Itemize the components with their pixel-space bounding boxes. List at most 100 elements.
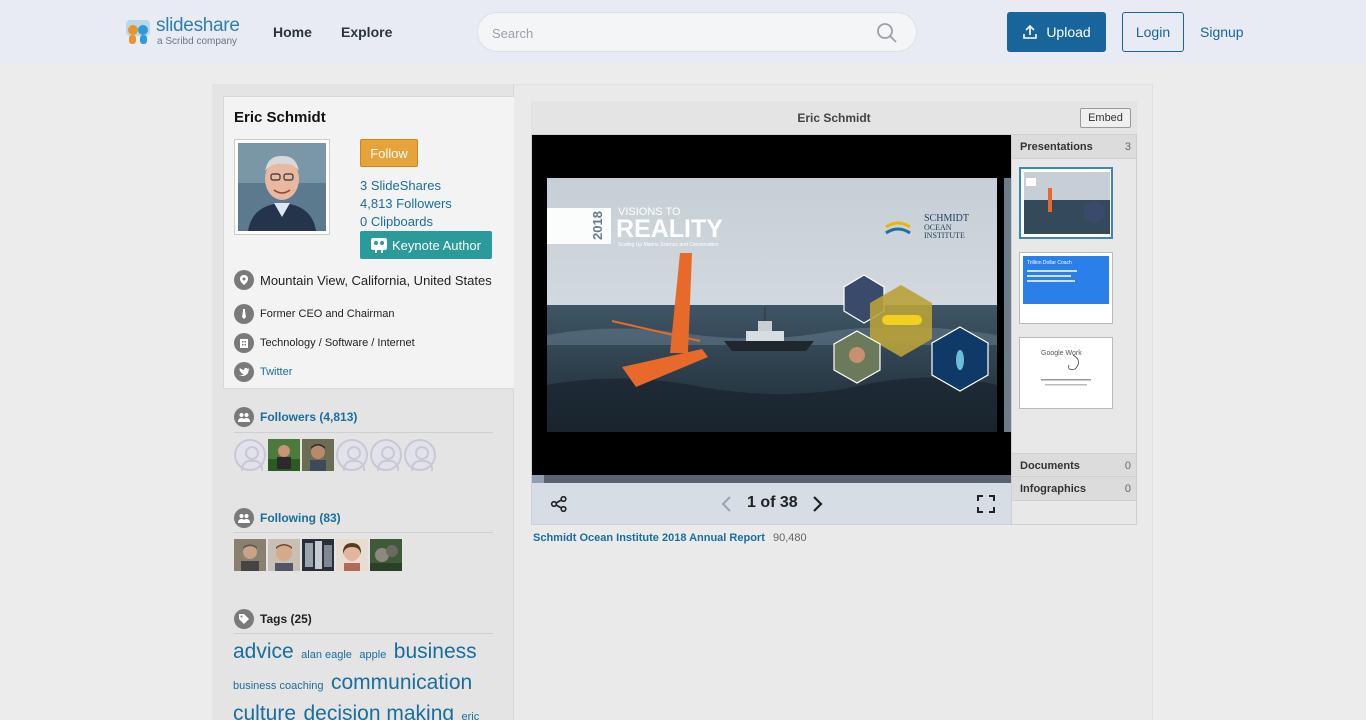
infographics-count: 0 — [1124, 483, 1131, 495]
twitter-link[interactable]: Twitter — [260, 366, 292, 378]
slide-year: 2018 — [590, 211, 605, 240]
search-input[interactable] — [492, 23, 852, 43]
tag-link[interactable]: culture — [233, 702, 296, 720]
slide-headline-main: REALITY — [616, 215, 723, 243]
share-icon[interactable] — [550, 495, 568, 513]
tag-cloud: advice alan eagle apple business busines… — [233, 638, 495, 720]
twitter-row[interactable]: Twitter — [234, 362, 292, 382]
follower-avatar[interactable] — [302, 439, 334, 471]
divider — [234, 532, 493, 533]
profile-name[interactable]: Eric Schmidt — [234, 109, 326, 126]
thumb-image — [1024, 172, 1110, 234]
search-box — [477, 12, 917, 52]
slide-org-line3: INSTITUTE — [924, 231, 965, 240]
slideshare-logo[interactable]: slideshare a Scribd company — [124, 15, 244, 49]
location-row: Mountain View, California, United States — [234, 270, 492, 290]
followers-title: Followers (4,813) — [260, 410, 358, 424]
following-heading[interactable]: Following (83) — [234, 508, 341, 528]
presentations-label: Presentations — [1020, 141, 1093, 153]
keynote-label: Keynote Author — [392, 237, 481, 253]
tag-link[interactable]: apple — [359, 649, 386, 661]
followers-heading[interactable]: Followers (4,813) — [234, 407, 357, 427]
fullscreen-icon[interactable] — [976, 494, 996, 514]
tags-title: Tags (25) — [260, 612, 312, 626]
slide-tagline: Scaling Up Marine Science and Conservati… — [618, 242, 719, 248]
nav-home[interactable]: Home — [273, 24, 312, 40]
location-pin-icon — [234, 270, 254, 290]
upload-label: Upload — [1046, 24, 1091, 40]
slide-stage[interactable]: 2018 VISIONS TO REALITY Scaling Up Marin… — [532, 135, 1011, 483]
infographics-label: Infographics — [1020, 483, 1087, 495]
logo-subtitle: a Scribd company — [157, 36, 238, 47]
thumb-image: Trillion Dollar Coach — [1023, 256, 1109, 318]
upload-icon — [1023, 24, 1038, 39]
follower-avatar[interactable] — [336, 439, 368, 471]
slide-progress-fill — [532, 475, 545, 483]
search-icon[interactable] — [876, 22, 898, 44]
viewer-title: Eric Schmidt — [531, 101, 1137, 135]
embed-button[interactable]: Embed — [1080, 108, 1131, 128]
following-avatar[interactable] — [268, 539, 300, 571]
follow-button[interactable]: Follow — [360, 139, 418, 167]
industry-row: Technology / Software / Internet — [234, 333, 415, 353]
signup-link[interactable]: Signup — [1200, 24, 1244, 40]
upload-button[interactable]: Upload — [1007, 12, 1106, 52]
clipboards-count-link[interactable]: 0 Clipboards — [360, 214, 433, 229]
following-avatar[interactable] — [234, 539, 266, 571]
tag-link[interactable]: alan eagle — [301, 649, 352, 661]
following-avatar[interactable] — [302, 539, 334, 571]
role-row: Former CEO and Chairman — [234, 304, 395, 324]
top-bar: slideshare a Scribd company Home Explore… — [0, 0, 1366, 64]
follower-avatar[interactable] — [404, 439, 436, 471]
keynote-author-badge[interactable]: Keynote Author — [360, 231, 492, 259]
keynote-icon — [371, 238, 387, 253]
next-slide-icon[interactable] — [810, 495, 824, 513]
tag-link[interactable]: business coaching — [233, 680, 324, 692]
people-icon — [234, 508, 254, 528]
slide-image: 2018 VISIONS TO REALITY Scaling Up Marin… — [547, 178, 1011, 432]
tag-link[interactable]: business — [394, 640, 477, 663]
tag-link[interactable]: advice — [233, 640, 294, 663]
profile-avatar[interactable] — [234, 139, 330, 235]
tag-link[interactable]: decision making — [303, 702, 454, 720]
profile-photo — [238, 143, 326, 231]
following-title: Following (83) — [260, 511, 341, 525]
divider — [234, 633, 493, 634]
followers-count-link[interactable]: 4,813 Followers — [360, 196, 452, 211]
follower-avatar[interactable] — [268, 439, 300, 471]
follower-avatar[interactable] — [370, 439, 402, 471]
following-avatar[interactable] — [370, 539, 402, 571]
tag-link[interactable]: eric — [462, 711, 480, 720]
previous-slide-icon[interactable] — [720, 495, 734, 513]
logo-mark-icon — [126, 20, 150, 44]
login-button[interactable]: Login — [1122, 12, 1184, 52]
tie-icon — [234, 304, 254, 324]
following-avatar[interactable] — [336, 539, 368, 571]
people-icon — [234, 407, 254, 427]
presentations-header[interactable]: Presentations 3 — [1012, 135, 1136, 159]
tag-link[interactable]: communication — [331, 671, 472, 694]
building-icon — [234, 333, 254, 353]
tag-icon — [234, 609, 254, 629]
presentation-thumb[interactable] — [1019, 167, 1113, 239]
thumb-image: Google Work — [1023, 341, 1109, 403]
presentation-thumb[interactable]: Google Work — [1019, 337, 1113, 409]
tags-heading: Tags (25) — [234, 609, 312, 629]
logo-wordmark: slideshare — [156, 15, 240, 36]
presentation-title-link[interactable]: Schmidt Ocean Institute 2018 Annual Repo… — [533, 532, 765, 544]
slideshares-count-link[interactable]: 3 SlideShares — [360, 178, 441, 193]
twitter-icon — [234, 362, 254, 382]
location-text: Mountain View, California, United States — [260, 272, 492, 288]
nav-explore[interactable]: Explore — [341, 24, 392, 40]
documents-label: Documents — [1020, 460, 1080, 472]
presentations-count: 3 — [1124, 141, 1131, 153]
documents-count: 0 — [1124, 460, 1131, 472]
view-count: 90,480 — [773, 532, 807, 544]
thumb-title: Trillion Dollar Coach — [1027, 260, 1072, 266]
infographics-header[interactable]: Infographics 0 — [1012, 477, 1136, 501]
slide-progress-bar[interactable] — [532, 475, 1011, 483]
role-text: Former CEO and Chairman — [260, 308, 395, 320]
documents-header[interactable]: Documents 0 — [1012, 453, 1136, 477]
follower-avatar[interactable] — [234, 439, 266, 471]
presentation-thumb[interactable]: Trillion Dollar Coach — [1019, 252, 1113, 324]
